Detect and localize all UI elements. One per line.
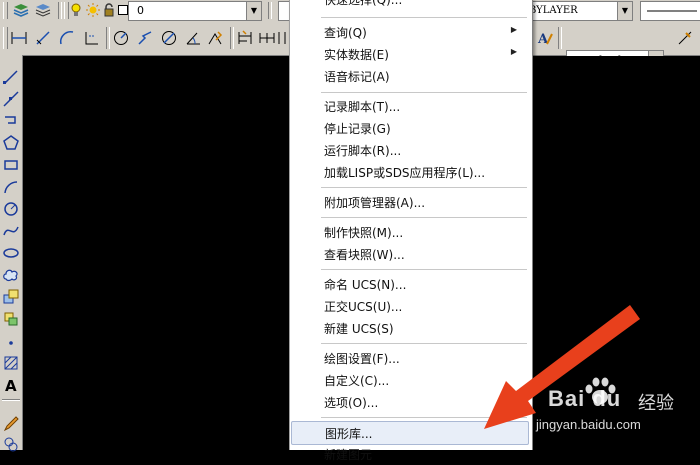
watermark-brand-cn: 经验 (638, 393, 674, 414)
edit-pencil-icon[interactable] (2, 415, 20, 433)
rectangle-tool-icon[interactable] (2, 156, 20, 174)
menu-separator (321, 187, 527, 188)
toolbar-grip[interactable] (3, 27, 8, 49)
angular-dimension-icon[interactable] (184, 30, 202, 46)
jogged-dimension-icon[interactable] (136, 30, 154, 46)
menu-item-record-script[interactable]: 记录脚本(T)... (291, 95, 529, 117)
ordinate-dimension-icon[interactable] (82, 30, 100, 46)
menu-item-new-entity[interactable]: 新建图元 (291, 443, 529, 465)
radius-dimension-icon[interactable] (112, 30, 130, 46)
toolbar-grip[interactable] (64, 2, 69, 19)
text-style-icon[interactable]: A (536, 30, 554, 46)
dimension-edit-icon[interactable] (676, 30, 694, 46)
lightbulb-icon[interactable] (70, 2, 82, 18)
toolbar-separator (230, 27, 234, 49)
line-tool-icon[interactable] (2, 68, 20, 86)
menu-item-voice-markup[interactable]: 语音标记(A) (291, 65, 529, 87)
menu-item-run-script[interactable]: 运行脚本(R)... (291, 139, 529, 161)
menu-item-make-snapshot[interactable]: 制作快照(M)... (291, 221, 529, 243)
menu-separator (321, 269, 527, 270)
menu-item-named-ucs[interactable]: 命名 UCS(N)... (291, 273, 529, 295)
lineweight-dropdown[interactable] (640, 1, 700, 21)
insert-block-icon[interactable] (2, 288, 20, 306)
diameter-dimension-icon[interactable] (160, 30, 178, 46)
menu-item-addon-manager[interactable]: 附加项管理器(A)... (291, 191, 529, 213)
arc-length-icon[interactable] (58, 30, 76, 46)
menu-separator (321, 92, 527, 93)
linear-dimension-icon[interactable] (10, 30, 28, 46)
watermark-url: jingyan.baidu.com (536, 417, 641, 432)
make-block-icon[interactable] (2, 310, 20, 328)
chevron-down-icon[interactable]: ▼ (246, 2, 261, 20)
submenu-arrow-icon: ▶ (510, 47, 517, 56)
copy-objects-icon[interactable] (2, 435, 20, 453)
multiline-text-icon[interactable]: A (2, 376, 20, 394)
continue-dimension-icon[interactable] (258, 30, 276, 46)
toolbar-grip[interactable] (3, 2, 8, 19)
menu-item-stop-recording[interactable]: 停止记录(G) (291, 117, 529, 139)
menu-item-inquiry[interactable]: 查询(Q) ▶ (291, 21, 529, 43)
point-tool-icon[interactable] (2, 332, 20, 350)
menu-separator (321, 217, 527, 218)
spline-tool-icon[interactable] (2, 222, 20, 240)
svg-text:A: A (5, 377, 17, 393)
layer-dropdown[interactable]: 0 ▼ (128, 1, 262, 21)
layer-states-icon[interactable] (34, 2, 52, 18)
menu-item-view-snapshot[interactable]: 查看块照(W)... (291, 243, 529, 265)
baseline-dimension-icon[interactable] (236, 30, 254, 46)
layer-dropdown-value: 0 (137, 4, 144, 17)
layer-manager-icon[interactable] (12, 2, 30, 18)
chevron-down-icon[interactable]: ▼ (617, 2, 632, 20)
sun-icon[interactable] (86, 2, 100, 18)
toolbar-separator (58, 2, 62, 19)
polygon-tool-icon[interactable] (2, 134, 20, 152)
dimension-space-icon[interactable] (278, 30, 286, 46)
polyline-tool-icon[interactable] (2, 112, 20, 130)
ellipse-tool-icon[interactable] (2, 244, 20, 262)
watermark-brand: Bai du (548, 386, 622, 411)
construction-line-icon[interactable] (2, 90, 20, 108)
menu-item-entity-data[interactable]: 实体数据(E) ▶ (291, 43, 529, 65)
toolbar-separator (2, 399, 20, 401)
submenu-arrow-icon: ▶ (510, 25, 517, 34)
draw-toolbar: A (0, 55, 23, 453)
menu-item-load-application[interactable]: 加载LISP或SDS应用程序(L)... (291, 161, 529, 183)
hatch-tool-icon[interactable] (2, 354, 20, 372)
quick-dimension-icon[interactable] (206, 30, 224, 46)
lock-icon[interactable] (103, 2, 115, 18)
linetype-dropdown-value: BYLAYER (529, 5, 578, 16)
menu-separator (321, 17, 527, 18)
aligned-dimension-icon[interactable] (34, 30, 52, 46)
baidu-jingyan-watermark: Bai du 经验 jingyan.baidu.com (520, 370, 700, 440)
arc-tool-icon[interactable] (2, 178, 20, 196)
menu-item-quick-select[interactable]: 快速选择(Q)... (291, 0, 529, 10)
circle-tool-icon[interactable] (2, 200, 20, 218)
linetype-dropdown[interactable]: BYLAYER ▼ (528, 1, 633, 21)
cloud-tool-icon[interactable] (2, 266, 20, 284)
toolbar-separator (558, 27, 562, 49)
toolbar-separator (106, 27, 110, 49)
toolbar-separator (268, 2, 272, 19)
